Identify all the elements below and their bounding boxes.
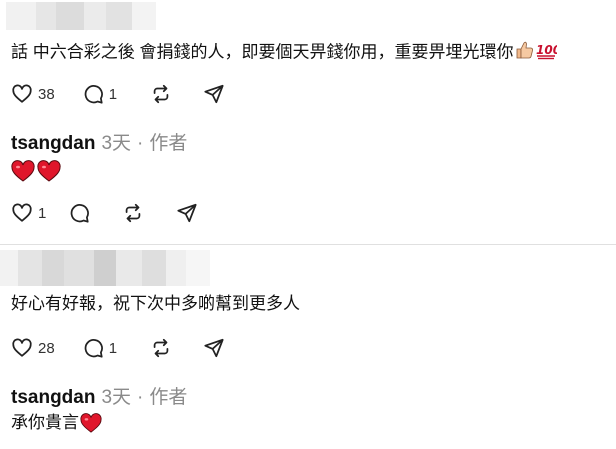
- comment-text: 話 中六合彩之後 會捐錢的人，即要個天畀錢你用，重要畀埋光環你 100: [11, 40, 562, 66]
- reply-meta: tsangdan 3天 · 作者: [11, 382, 187, 409]
- share-icon: [204, 84, 224, 104]
- share-button[interactable]: [176, 200, 198, 226]
- repost-icon: [153, 84, 169, 104]
- share-icon: [204, 338, 224, 358]
- heart-icon: [12, 203, 32, 222]
- like-button[interactable]: 28: [11, 335, 55, 361]
- red-heart-emoji: [11, 160, 35, 182]
- thumbs-up-emoji: [515, 40, 535, 66]
- comment-actions: 28 1: [11, 335, 225, 361]
- comment-icon: [84, 339, 103, 358]
- repost-button[interactable]: [150, 335, 172, 361]
- reply-count: 1: [108, 339, 118, 357]
- comment-text-content: 話 中六合彩之後 會捐錢的人，即要個天畀錢你用，重要畀埋光環你: [11, 42, 514, 62]
- timestamp: 3天: [101, 387, 132, 408]
- like-count: 38: [38, 85, 55, 103]
- comment-text: 好心有好報，祝下次中多啲幫到更多人: [11, 294, 300, 313]
- blurred-username: [6, 2, 156, 30]
- author-badge: 作者: [149, 387, 188, 408]
- comment-icon: [84, 85, 103, 104]
- meta-separator: ·: [137, 387, 144, 408]
- heart-icon: [12, 338, 32, 357]
- svg-text:100: 100: [536, 43, 557, 57]
- repost-button[interactable]: [122, 200, 144, 226]
- comment-actions: 38 1: [11, 81, 225, 107]
- comment-icon: [71, 204, 90, 223]
- meta-separator: ·: [137, 133, 144, 154]
- repost-button[interactable]: [150, 81, 172, 107]
- author-username[interactable]: tsangdan: [11, 387, 95, 409]
- reply-actions: 1: [11, 200, 198, 226]
- author-username[interactable]: tsangdan: [11, 133, 95, 155]
- like-button[interactable]: 38: [11, 81, 55, 107]
- red-heart-emoji: [37, 160, 61, 182]
- red-heart-emoji: [80, 413, 102, 433]
- hundred-points-emoji: 100: [535, 40, 562, 66]
- thread-divider: [0, 244, 616, 245]
- author-badge: 作者: [149, 133, 188, 154]
- share-button[interactable]: [203, 335, 225, 361]
- reply-text: 承你貴言: [11, 412, 102, 434]
- repost-icon: [126, 203, 141, 223]
- reply-button[interactable]: [68, 200, 90, 226]
- reply-button[interactable]: 1: [82, 335, 117, 361]
- share-button[interactable]: [203, 81, 225, 107]
- reply-count: 1: [108, 85, 118, 103]
- reply-meta: tsangdan 3天 · 作者: [11, 128, 187, 155]
- blurred-username: [0, 250, 210, 286]
- like-button[interactable]: 1: [11, 200, 46, 226]
- reply-emoji-content: [11, 160, 61, 182]
- like-count: 1: [38, 204, 47, 222]
- timestamp: 3天: [101, 133, 132, 154]
- like-count: 28: [38, 339, 55, 357]
- reply-text-content: 承你貴言: [11, 413, 79, 432]
- repost-icon: [153, 338, 169, 358]
- heart-icon: [12, 84, 32, 103]
- reply-button[interactable]: 1: [82, 81, 117, 107]
- share-icon: [177, 203, 197, 223]
